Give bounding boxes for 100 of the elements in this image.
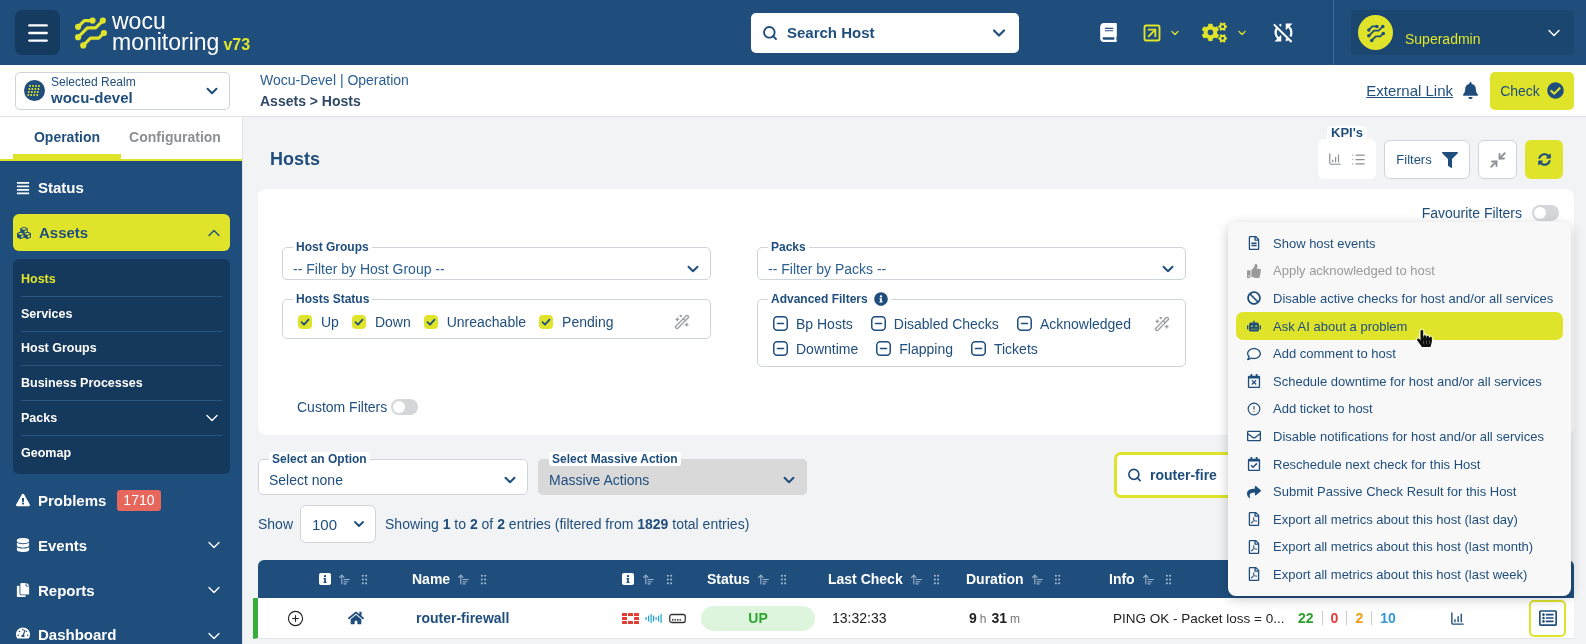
submenu-item[interactable]: Host Groups [21, 331, 222, 367]
version-label: v73 [223, 36, 251, 53]
sort-icon[interactable] [457, 572, 471, 586]
table-cell-text: 9 h 31 m [969, 610, 1022, 626]
nav-item[interactable]: Problems 1710 [13, 477, 230, 523]
checkbox[interactable] [773, 341, 788, 356]
realm-icon [24, 80, 45, 101]
gears-icon[interactable] [1202, 20, 1227, 45]
nav-item[interactable]: Events [13, 522, 230, 568]
sidebar-tab[interactable]: Operation [13, 117, 121, 159]
menu-item[interactable]: Export all metrics about this host (last week) [1236, 560, 1563, 589]
sort-icon[interactable] [756, 572, 770, 586]
host-group-select[interactable]: Host Groups -- Filter by Host Group -- [282, 240, 711, 280]
checkbox-label: Flapping [899, 340, 953, 357]
filters-button[interactable]: Filters [1384, 140, 1470, 179]
search-field[interactable]: Search Host [751, 12, 1019, 53]
checkbox[interactable] [970, 341, 986, 356]
submenu-item[interactable]: Business Processes [21, 366, 222, 402]
info-icon[interactable] [319, 573, 331, 585]
ban-icon [1247, 291, 1261, 306]
sort-icon[interactable] [909, 572, 923, 586]
list-icon [16, 180, 30, 195]
page-size-select[interactable]: 100 [300, 505, 377, 543]
logo-text: monitoring [112, 30, 220, 54]
actions-button[interactable] [1529, 599, 1566, 637]
search-icon [1127, 467, 1142, 483]
sort-icon[interactable] [1030, 572, 1044, 586]
magic-wand-icon[interactable] [674, 314, 690, 330]
submenu-item[interactable]: Packs [21, 401, 222, 436]
sort-icon[interactable] [338, 572, 351, 586]
realm-select[interactable]: Selected Realm wocu-devel [15, 71, 230, 110]
magic-wand-icon[interactable] [1154, 315, 1170, 332]
chart-icon[interactable] [1450, 610, 1465, 626]
packs-select[interactable]: Packs -- Filter by Packs -- [757, 240, 1186, 280]
book-icon[interactable] [1099, 23, 1118, 42]
checkbox-label: Bp Hosts [796, 315, 853, 332]
sort-icon[interactable] [1141, 572, 1155, 586]
share-arrow-icon [1247, 484, 1261, 499]
calendar-check-icon [1247, 457, 1261, 472]
user-menu[interactable]: Superadmin [1351, 10, 1574, 55]
count-value: 10 [1380, 610, 1396, 626]
submenu-item[interactable]: Geomap [21, 436, 222, 471]
compress-button[interactable] [1478, 140, 1517, 179]
host-name-link[interactable]: router-firewall [416, 610, 510, 626]
info-icon[interactable] [622, 573, 634, 585]
menu-item[interactable]: Ask AI about a problem [1236, 312, 1563, 340]
checkbox-label: Unreachable [446, 314, 527, 330]
checkbox-label: Tickets [993, 340, 1038, 357]
checkbox[interactable] [870, 316, 886, 331]
kpis-label: KPI's [1327, 126, 1367, 139]
checkbox[interactable] [773, 316, 788, 331]
nav-item[interactable]: Dashboard [13, 612, 230, 644]
external-link-icon[interactable] [1142, 22, 1162, 43]
chart-icon[interactable] [1328, 152, 1342, 166]
group-label: Advanced Filters [771, 292, 868, 306]
bell-icon[interactable] [1462, 82, 1479, 99]
menu-item[interactable]: Disable active checks for host and/or all services [1236, 284, 1563, 313]
filter-icon [1441, 151, 1458, 168]
menu-item[interactable]: Export all metrics about this host (last day) [1236, 505, 1563, 534]
menu-button[interactable] [15, 10, 60, 55]
shrink-icon [1488, 150, 1507, 169]
toggle-switch[interactable] [391, 399, 419, 415]
count-value: 2 [1355, 610, 1364, 626]
checkbox-label: Acknowledged [1039, 315, 1131, 332]
column-header: Info [1109, 571, 1135, 587]
nav-item[interactable]: Reports [13, 567, 230, 613]
option-select[interactable]: Select an Option Select none [258, 452, 528, 495]
info-icon[interactable] [873, 292, 888, 306]
check-button[interactable]: Check [1490, 71, 1574, 110]
menu-item[interactable]: Add comment to host [1236, 339, 1563, 368]
nav-item[interactable]: Assets [13, 214, 230, 251]
menu-item[interactable]: Add ticket to host [1236, 395, 1563, 423]
table-cell: PING OK - Packet loss = 0... [1113, 610, 1285, 626]
page-title: Hosts [270, 149, 320, 169]
refresh-button[interactable] [1525, 140, 1563, 179]
status-badge: UP [701, 605, 815, 631]
expand-icon[interactable] [287, 609, 304, 627]
show-label: Show [258, 516, 294, 532]
sort-icon[interactable] [642, 572, 655, 586]
toggle-switch[interactable] [1532, 205, 1559, 221]
bars-logo-icon [645, 612, 663, 624]
pdf-file-icon [1247, 512, 1261, 527]
hand-cursor-icon [1416, 330, 1433, 347]
menu-item[interactable]: Show host events [1236, 229, 1563, 258]
count-value: 0 [1330, 610, 1339, 626]
external-link[interactable]: External Link [1366, 82, 1453, 99]
table-cell: 13:32:33 [832, 610, 887, 626]
list-icon[interactable] [1351, 151, 1366, 167]
checkbox[interactable] [1016, 316, 1032, 331]
checkbox[interactable] [876, 341, 892, 356]
submenu-item[interactable]: Services [21, 296, 222, 332]
thumbs-up-icon [1247, 263, 1261, 278]
menu-item[interactable]: Schedule downtime for host and/or all services [1236, 367, 1563, 396]
menu-item[interactable]: Export all metrics about this host (last month) [1236, 533, 1563, 561]
device-icon [669, 612, 686, 624]
avatar-icon [1358, 15, 1393, 50]
submenu-item[interactable]: Hosts [21, 262, 222, 297]
nav-item[interactable]: Status [13, 165, 230, 210]
menu-item[interactable]: Disable notifications for host and/or all services [1236, 422, 1563, 451]
checkbox-label: Downtime [796, 340, 859, 357]
